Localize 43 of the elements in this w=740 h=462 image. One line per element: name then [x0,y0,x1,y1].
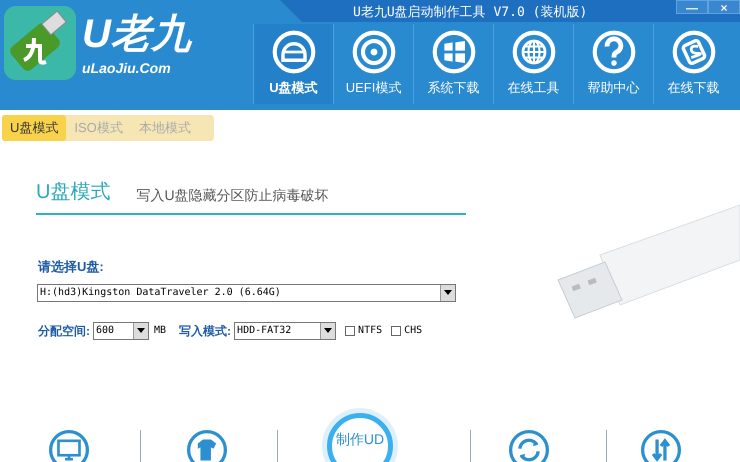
make-usb-button[interactable]: 制作UD [327,413,393,462]
usb-logo-icon [4,6,76,80]
monitor-icon [48,429,90,462]
minimize-button[interactable]: — [676,0,708,14]
shirt-button[interactable] [186,429,228,462]
nav-tab[interactable]: UEFI模式 [333,24,413,104]
monitor-button[interactable] [48,429,90,462]
help-icon [592,30,636,74]
shirt-icon [186,429,228,462]
size-dropdown[interactable]: 600 [93,322,149,340]
up-down-arrows-icon [640,429,682,462]
refresh-button[interactable] [508,429,550,462]
section-title: U盘模式 [36,180,110,205]
disk-face-icon [272,30,316,74]
updown-button[interactable] [640,429,682,462]
close-button[interactable]: × [708,0,740,14]
nav-tab[interactable]: U盘模式 [253,24,333,104]
logo-text: U老九 [82,12,191,56]
checkbox-label: NTFS [358,324,382,338]
checkbox-label: CHS [404,324,422,338]
globe-icon [512,30,556,74]
section-subtitle: 写入U盘隐藏分区防止病毒破坏 [136,186,329,205]
nav-tab[interactable]: 在线工具 [493,24,573,104]
mode-tab[interactable]: ISO模式 [66,115,131,141]
field-label: 请选择U盘: [38,258,105,276]
field-label: 写入模式: [179,322,232,340]
nav-tab[interactable]: 帮助中心 [573,24,653,104]
disk-dropdown[interactable]: H:(hd3)Kingston DataTraveler 2.0 (6.64G) [37,284,456,302]
logo-url: uLaoJiu.Com [82,59,171,78]
windows-icon [432,30,476,74]
checkbox[interactable] [345,326,356,336]
checkbox[interactable] [391,326,402,336]
mode-tab[interactable]: 本地模式 [130,115,199,141]
field-label: 分配空间: [38,322,90,340]
document-icon [672,30,716,74]
disc-icon [352,30,396,74]
mode-tab[interactable]: U盘模式 [2,115,66,141]
nav-tab[interactable]: 在线下载 [653,24,733,104]
refresh-icon [508,429,550,462]
unit-label: MB [154,324,166,338]
nav-tab[interactable]: 系统下载 [413,24,493,104]
window-title: U老九U盘启动制作工具 V7.0 (装机版) [353,4,588,22]
mode-dropdown[interactable]: HDD-FAT32 [234,322,336,340]
